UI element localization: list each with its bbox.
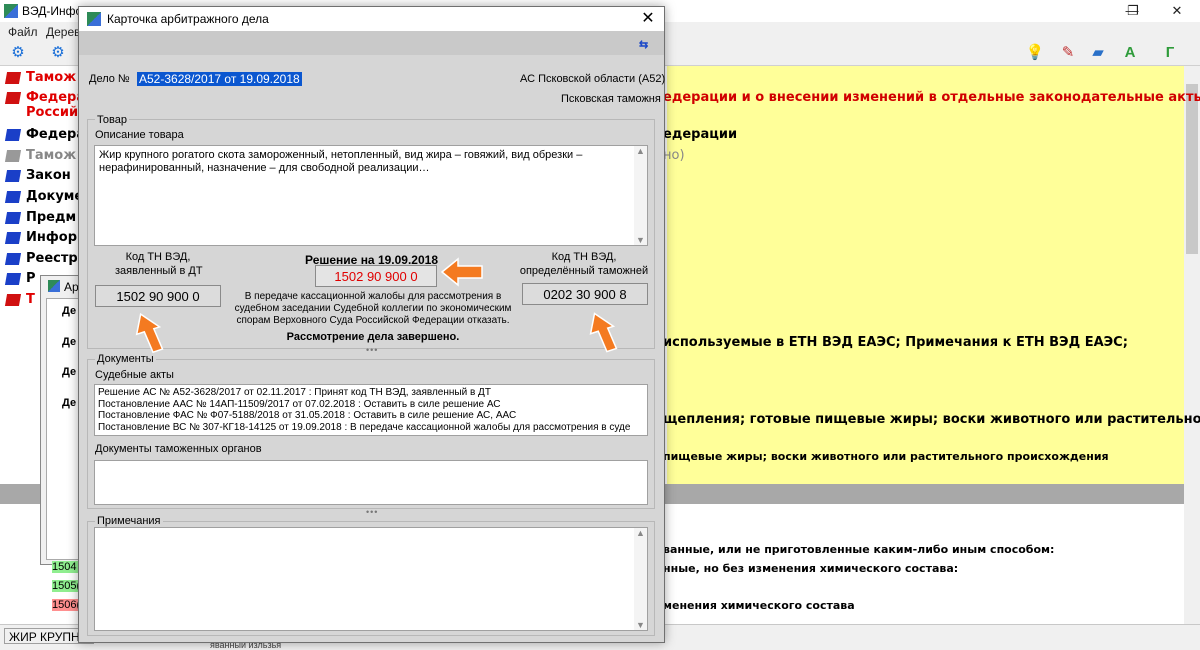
annotation-arrows (135, 257, 618, 354)
arrow-to-declared-icon (135, 312, 164, 354)
arrow-to-customs-icon (589, 312, 618, 353)
arrow-to-decision-icon (440, 257, 483, 287)
